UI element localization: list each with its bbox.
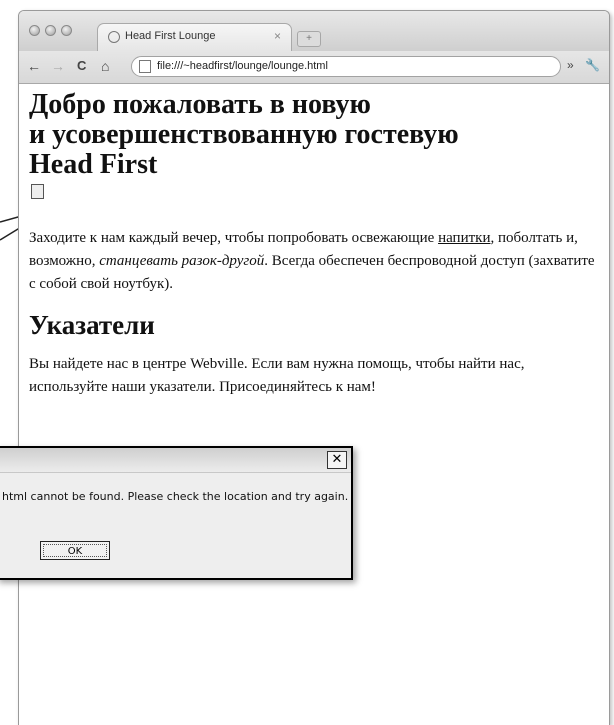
browser-window: Head First Lounge × + ← → C ⌂ file:///~h… — [18, 10, 610, 725]
reload-icon[interactable]: C — [77, 58, 86, 74]
directions-paragraph: Вы найдете нас в центре Webville. Если в… — [29, 356, 525, 395]
drinks-link[interactable]: напитки — [438, 230, 490, 246]
window-controls — [29, 25, 72, 36]
heading-line-2: и усовершенствованную гостевую — [29, 119, 459, 150]
heading-line-3: Head First — [29, 149, 158, 180]
tab-close-icon[interactable]: × — [274, 29, 281, 43]
browser-toolbar: ← → C ⌂ file:///~headfirst/lounge/lounge… — [19, 51, 609, 84]
title-bar: Head First Lounge × + — [19, 11, 609, 51]
directions-heading: Указатели — [29, 310, 155, 340]
intro-emphasis: станцевать разок-другой — [99, 253, 265, 269]
ok-button[interactable]: OK — [40, 541, 110, 560]
address-bar[interactable]: file:///~headfirst/lounge/lounge.html — [131, 56, 561, 77]
browser-tab[interactable]: Head First Lounge × — [97, 23, 292, 51]
url-text[interactable]: file:///~headfirst/lounge/lounge.html — [157, 60, 328, 72]
back-arrow-icon[interactable]: ← — [27, 58, 41, 74]
forward-arrow-icon[interactable]: → — [51, 58, 65, 74]
dialog-message: html cannot be found. Please check the l… — [2, 490, 349, 503]
zoom-window-button[interactable] — [61, 25, 72, 36]
broken-image-icon — [31, 184, 44, 199]
heading-line-1: Добро пожаловать в новую — [29, 89, 371, 120]
new-tab-button[interactable]: + — [297, 31, 321, 47]
error-dialog: ✕ html cannot be found. Please check the… — [0, 446, 353, 580]
intro-paragraph: Заходите к нам каждый вечер, чтобы попро… — [29, 227, 599, 296]
dialog-close-icon[interactable]: ✕ — [327, 451, 347, 469]
dialog-titlebar: ✕ — [0, 448, 351, 473]
chevrons-icon[interactable]: » — [567, 58, 574, 72]
page-content: Добро пожаловать в новую и усовершенство… — [19, 90, 609, 399]
page-favicon-icon — [108, 31, 120, 43]
wrench-icon[interactable]: 🔧 — [585, 58, 600, 72]
close-window-button[interactable] — [29, 25, 40, 36]
page-icon — [139, 60, 151, 73]
tab-title: Head First Lounge — [125, 30, 216, 42]
page-heading: Добро пожаловать в новую и усовершенство… — [29, 90, 599, 180]
intro-text-a: Заходите к нам каждый вечер, чтобы попро… — [29, 230, 435, 246]
minimize-window-button[interactable] — [45, 25, 56, 36]
home-icon[interactable]: ⌂ — [101, 58, 109, 74]
